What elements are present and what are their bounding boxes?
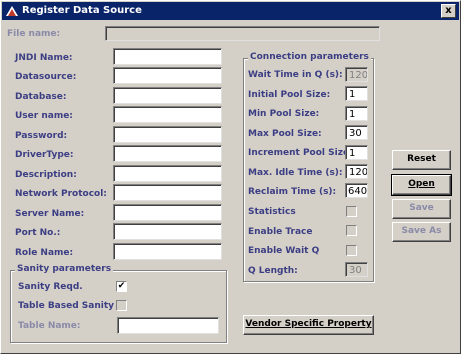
driver-type-field[interactable] xyxy=(113,145,222,162)
connection-parameters-title: Connection parameters xyxy=(248,52,371,62)
sanity-reqd-label: Sanity Reqd. xyxy=(18,282,83,292)
max-pool-size-field[interactable]: 30 xyxy=(345,125,368,140)
increment-pool-size-field[interactable]: 1 xyxy=(345,145,368,160)
title-bar[interactable]: Register Data Source x xyxy=(2,2,459,20)
reclaim-time-field[interactable]: 6400 xyxy=(345,183,368,198)
datasource-field[interactable] xyxy=(113,67,222,84)
password-field[interactable] xyxy=(113,126,222,143)
save-as-button[interactable]: Save As xyxy=(392,222,451,242)
sanity-parameters-title: Sanity parameters xyxy=(15,264,114,274)
jndi-name-field[interactable] xyxy=(113,48,222,65)
window-title: Register Data Source xyxy=(22,5,142,16)
table-based-sanity-checkbox[interactable] xyxy=(116,300,127,311)
max-idle-time-field[interactable]: 120 xyxy=(345,164,368,179)
password-label: Password: xyxy=(15,131,68,141)
vendor-specific-property-button[interactable]: Vendor Specific Property xyxy=(243,315,374,335)
user-name-label: User name: xyxy=(15,111,73,121)
port-no-field[interactable] xyxy=(113,223,222,240)
close-icon[interactable]: x xyxy=(441,4,456,18)
table-based-sanity-label: Table Based Sanity xyxy=(18,301,115,311)
network-protocol-field[interactable] xyxy=(113,184,222,201)
enable-trace-label: Enable Trace xyxy=(248,227,313,237)
q-length-label: Q Length: xyxy=(248,266,298,276)
enable-wait-q-label: Enable Wait Q xyxy=(248,246,320,256)
table-name-field[interactable] xyxy=(117,317,219,334)
min-pool-size-field[interactable]: 1 xyxy=(345,106,368,121)
max-pool-size-label: Max Pool Size: xyxy=(248,129,322,139)
network-protocol-label: Network Protocol: xyxy=(15,189,107,199)
wait-time-field: 120 xyxy=(345,67,368,82)
initial-pool-size-label: Initial Pool Size: xyxy=(248,90,331,100)
enable-trace-checkbox[interactable] xyxy=(346,225,357,236)
sanity-reqd-checkbox[interactable]: ✔ xyxy=(116,281,127,292)
check-mark-icon: ✔ xyxy=(117,281,126,291)
app-icon xyxy=(5,4,19,18)
reset-button[interactable]: Reset xyxy=(392,150,451,170)
reclaim-time-label: Reclaim Time (s): xyxy=(248,187,337,197)
q-length-field: 30 xyxy=(345,262,368,277)
initial-pool-size-field[interactable]: 1 xyxy=(345,86,368,101)
increment-pool-size-label: Increment Pool Size: xyxy=(248,148,353,158)
statistics-checkbox[interactable] xyxy=(346,206,357,217)
file-name-label: File name: xyxy=(7,29,61,39)
table-name-label: Table Name: xyxy=(18,321,81,331)
role-name-field[interactable] xyxy=(113,243,222,260)
wait-time-label: Wait Time in Q (s): xyxy=(248,70,343,80)
min-pool-size-label: Min Pool Size: xyxy=(248,109,320,119)
datasource-label: Datasource: xyxy=(15,72,77,82)
enable-wait-q-checkbox[interactable] xyxy=(346,245,357,256)
description-label: Description: xyxy=(15,170,77,180)
server-name-label: Server Name: xyxy=(15,209,85,219)
user-name-field[interactable] xyxy=(113,106,222,123)
driver-type-label: DriverType: xyxy=(15,150,74,160)
role-name-label: Role Name: xyxy=(15,248,74,258)
save-button[interactable]: Save xyxy=(392,199,451,219)
jndi-name-label: JNDI Name: xyxy=(15,53,73,63)
open-button[interactable]: Open xyxy=(391,174,452,196)
database-field[interactable] xyxy=(113,87,222,104)
port-no-label: Port No.: xyxy=(15,228,61,238)
database-label: Database: xyxy=(15,92,67,102)
server-name-field[interactable] xyxy=(113,204,222,221)
register-data-source-dialog: Register Data Source x File name: JNDI N… xyxy=(0,0,461,354)
max-idle-time-label: Max. Idle Time (s): xyxy=(248,168,343,178)
file-name-field xyxy=(105,26,380,41)
statistics-label: Statistics xyxy=(248,207,296,217)
description-field[interactable] xyxy=(113,165,222,182)
